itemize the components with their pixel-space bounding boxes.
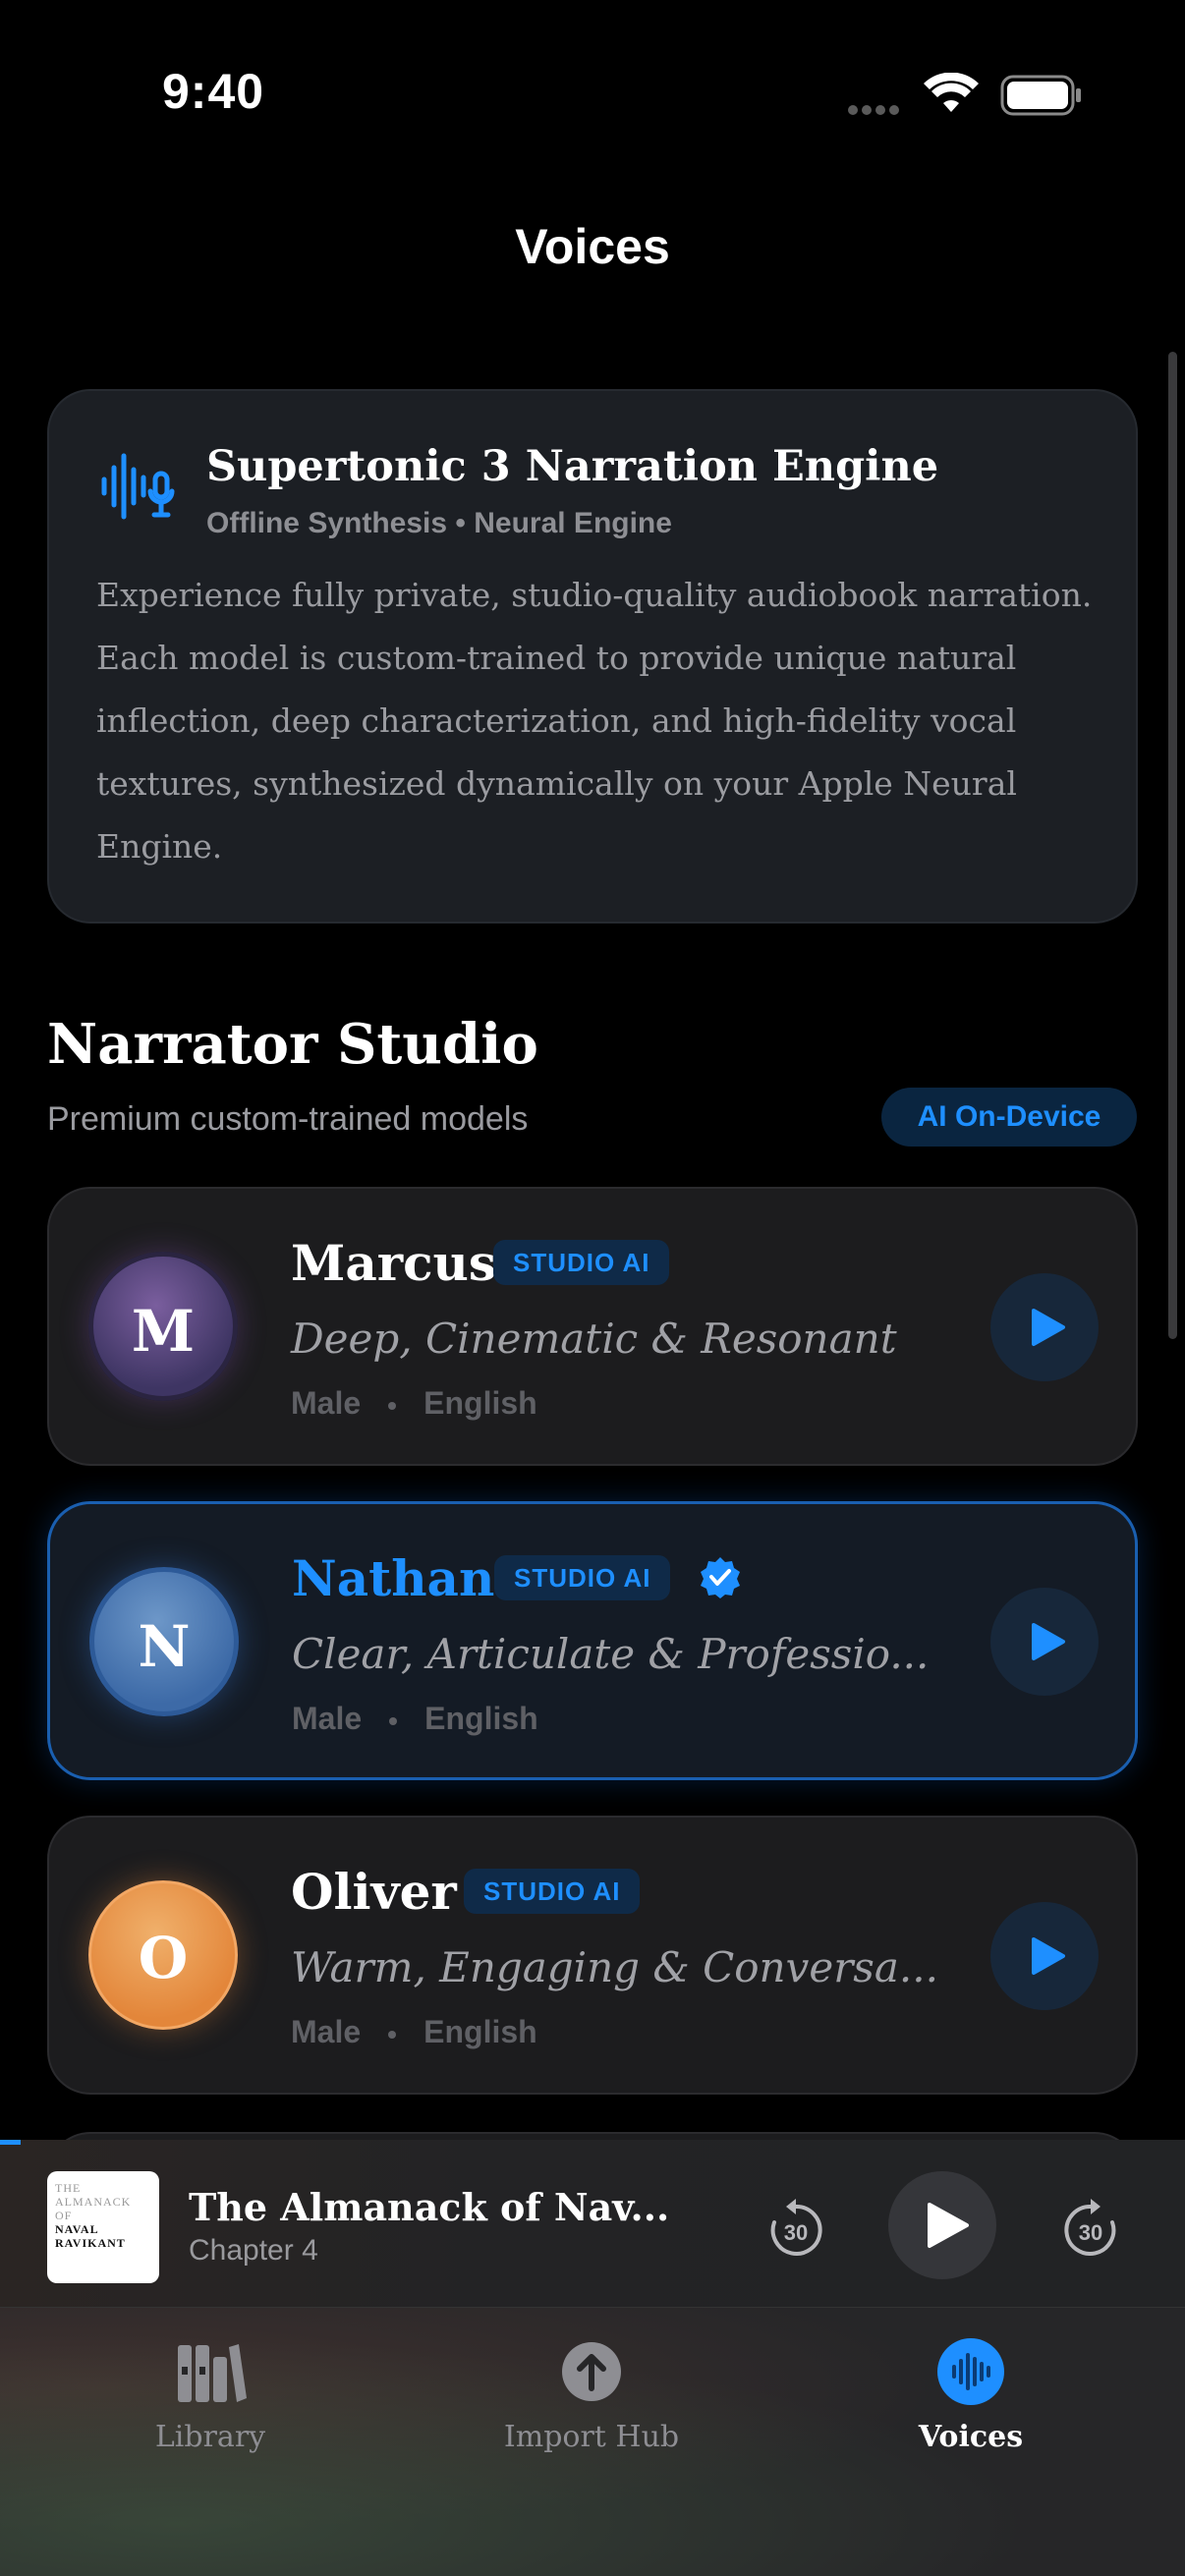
play-icon xyxy=(1032,1937,1065,1975)
narrator-language: English xyxy=(424,1701,538,1736)
cover-text: ALMANACK xyxy=(55,2195,132,2209)
status-time: 9:40 xyxy=(162,64,265,119)
narrator-meta: Male English xyxy=(291,2014,537,2050)
now-playing-chapter: Chapter 4 xyxy=(189,2234,318,2267)
battery-icon xyxy=(1000,75,1081,116)
narrator-description: Clear, Articulate & Professio... xyxy=(292,1630,930,1678)
cover-text: RAVIKANT xyxy=(55,2236,126,2250)
narrator-card-nathan[interactable]: N Nathan STUDIO AI Clear, Articulate & P… xyxy=(47,1501,1138,1780)
cover-text: NAVAL xyxy=(55,2222,99,2236)
now-playing-title[interactable]: The Almanack of Nav... xyxy=(189,2185,669,2229)
preview-play-button[interactable] xyxy=(990,1273,1099,1381)
signal-dots-icon xyxy=(848,102,907,115)
engine-description: Experience fully private, studio-quality… xyxy=(96,576,1093,866)
cover-text: THE xyxy=(55,2181,82,2195)
play-icon xyxy=(928,2203,969,2248)
skip-forward-label: 30 xyxy=(1079,2220,1102,2245)
tab-voices[interactable]: Voices xyxy=(843,2337,1099,2485)
verified-check-icon xyxy=(701,1557,740,1598)
waveform-mic-icon xyxy=(101,453,175,520)
engine-title: Supertonic 3 Narration Engine xyxy=(206,442,939,491)
engine-info-card: Supertonic 3 Narration Engine Offline Sy… xyxy=(47,389,1138,924)
narrator-language: English xyxy=(423,1385,537,1421)
narrator-gender: Male xyxy=(291,2014,362,2049)
waveform-icon xyxy=(937,2338,1004,2405)
avatar: O xyxy=(88,1880,238,2030)
play-icon xyxy=(1032,1309,1065,1346)
ai-on-device-badge: AI On-Device xyxy=(881,1088,1137,1147)
section-title: Narrator Studio xyxy=(47,1012,538,1077)
narrator-name: Marcus xyxy=(291,1234,497,1292)
book-cover[interactable]: THE ALMANACK OF NAVAL RAVIKANT xyxy=(47,2171,159,2283)
narrator-name: Oliver xyxy=(291,1863,457,1921)
playback-progress xyxy=(0,2140,21,2145)
preview-play-button[interactable] xyxy=(990,1588,1099,1696)
narrator-name: Nathan xyxy=(292,1549,495,1607)
narrator-description: Deep, Cinematic & Resonant xyxy=(291,1315,897,1363)
play-icon xyxy=(1032,1623,1065,1660)
avatar: N xyxy=(89,1567,239,1716)
mini-player-play-button[interactable] xyxy=(888,2171,996,2279)
cover-text: OF xyxy=(55,2209,73,2222)
narrator-card-oliver[interactable]: O Oliver STUDIO AI Warm, Engaging & Conv… xyxy=(47,1816,1138,2095)
tab-label: Import Hub xyxy=(503,2420,680,2454)
narrator-gender: Male xyxy=(292,1701,363,1736)
studio-ai-badge: STUDIO AI xyxy=(493,1240,670,1285)
skip-back-label: 30 xyxy=(784,2220,808,2245)
scroll-indicator[interactable] xyxy=(1168,352,1177,1339)
narrator-meta: Male English xyxy=(292,1701,538,1737)
avatar: M xyxy=(88,1252,238,1401)
skip-forward-30-icon[interactable]: 30 xyxy=(1061,2197,1120,2258)
upload-arrow-icon xyxy=(562,2342,621,2401)
page-title: Voices xyxy=(515,219,670,274)
tab-import-hub[interactable]: Import Hub xyxy=(464,2337,719,2485)
narrator-meta: Male English xyxy=(291,1385,537,1422)
narrator-description: Warm, Engaging & Conversa... xyxy=(291,1943,938,1991)
narrator-gender: Male xyxy=(291,1385,362,1421)
engine-subtitle: Offline Synthesis • Neural Engine xyxy=(206,507,672,539)
tab-library[interactable]: Library xyxy=(83,2337,338,2485)
studio-ai-badge: STUDIO AI xyxy=(464,1869,641,1914)
tab-label: Library xyxy=(154,2420,266,2454)
tab-bar: Library Import Hub Voices xyxy=(0,2307,1185,2576)
preview-play-button[interactable] xyxy=(990,1902,1099,2010)
narrator-language: English xyxy=(423,2014,537,2049)
tab-label: Voices xyxy=(918,2420,1024,2454)
status-bar: 9:40 xyxy=(0,0,1185,196)
skip-back-30-icon[interactable]: 30 xyxy=(766,2197,825,2258)
narrator-card-marcus[interactable]: M Marcus STUDIO AI Deep, Cinematic & Res… xyxy=(47,1187,1138,1466)
section-subtitle: Premium custom-trained models xyxy=(47,1100,529,1138)
wifi-icon xyxy=(924,73,979,112)
studio-ai-badge: STUDIO AI xyxy=(494,1555,671,1600)
books-icon xyxy=(178,2344,247,2402)
